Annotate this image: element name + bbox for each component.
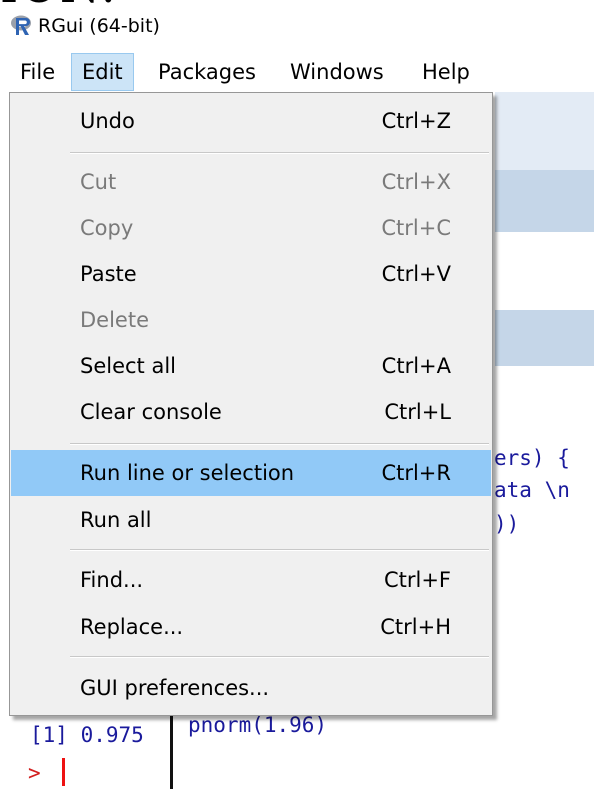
editor-code-line: )) [494,512,520,536]
pane-divider[interactable] [170,715,173,789]
menu-separator [70,656,489,658]
edit-menu-dropdown: Undo Ctrl+Z Cut Ctrl+X Copy Ctrl+C Paste… [9,92,493,716]
menu-separator [70,549,489,551]
menu-item-shortcut: Ctrl+F [383,568,451,592]
menu-item-label: Clear console [80,400,222,424]
r-logo-icon [11,15,31,35]
menu-item-shortcut: Ctrl+R [381,461,451,485]
menu-item-label: Delete [80,308,149,332]
menu-item-label: Paste [80,262,137,286]
console-output: [1] 0.975 [30,723,144,747]
editor-code-line: ata \n [494,478,570,502]
menu-item-label: Run all [80,508,152,532]
editor-command-line: pnorm(1.96) [188,713,328,737]
menu-item-delete[interactable]: Delete [11,299,491,341]
menu-item-run-line[interactable]: Run line or selection Ctrl+R [11,450,491,496]
menu-item-select-all[interactable]: Select all Ctrl+A [11,345,491,387]
menu-item-label: GUI preferences... [80,676,270,700]
menu-item-label: Run line or selection [80,461,295,485]
menu-item-replace[interactable]: Replace... Ctrl+H [11,606,491,648]
menu-item-label: Find... [80,568,144,592]
menu-item-shortcut: Ctrl+H [380,615,451,639]
editor-code-line: ers) { [494,446,570,470]
menu-help[interactable]: Help [412,53,480,91]
menu-item-shortcut: Ctrl+Z [381,109,451,133]
window-title: RGui (64-bit) [38,15,160,37]
menu-item-gui-preferences[interactable]: GUI preferences... [11,667,491,709]
menu-item-run-all[interactable]: Run all [11,499,491,541]
menu-item-shortcut: Ctrl+C [381,216,451,240]
menu-windows[interactable]: Windows [280,53,394,91]
menu-item-undo[interactable]: Undo Ctrl+Z [11,100,491,142]
editor-header-band [495,170,594,232]
menu-separator [70,443,489,445]
menu-item-find[interactable]: Find... Ctrl+F [11,559,491,601]
menu-edit[interactable]: Edit [71,53,134,91]
editor-header-band-2 [495,310,594,366]
menu-item-cut[interactable]: Cut Ctrl+X [11,161,491,203]
menu-item-copy[interactable]: Copy Ctrl+C [11,207,491,249]
menu-item-label: Copy [80,216,134,240]
text-cursor [62,758,65,786]
menu-file[interactable]: File [10,53,65,91]
menu-separator [70,152,489,154]
menu-item-shortcut: Ctrl+L [384,400,451,424]
menu-item-label: Cut [80,170,117,194]
menu-item-label: Select all [80,354,176,378]
menu-item-label: Replace... [80,615,184,639]
menu-item-shortcut: Ctrl+V [381,262,451,286]
menu-item-shortcut: Ctrl+X [381,170,451,194]
menu-packages[interactable]: Packages [148,53,266,91]
menu-item-shortcut: Ctrl+A [381,354,451,378]
menu-item-paste[interactable]: Paste Ctrl+V [11,253,491,295]
toolbar-strip [495,92,594,170]
console-prompt: > [28,761,41,785]
menu-item-label: Undo [80,109,135,133]
menu-item-clear-console[interactable]: Clear console Ctrl+L [11,391,491,433]
